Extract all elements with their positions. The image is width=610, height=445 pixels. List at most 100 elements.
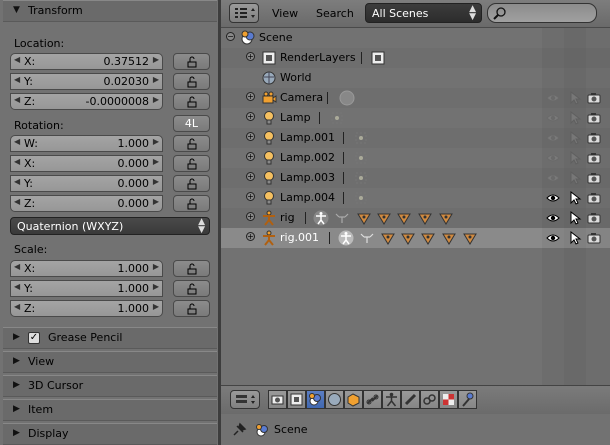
increment-arrow-icon[interactable]: ▶ bbox=[153, 137, 159, 146]
selectable-cursor-icon[interactable] bbox=[568, 210, 582, 225]
location-x-field[interactable]: ◀ X: 0.37512 ▶ bbox=[10, 53, 163, 70]
expand-toggle-icon[interactable]: + bbox=[246, 112, 255, 121]
decrement-arrow-icon[interactable]: ◀ bbox=[14, 137, 20, 146]
renderable-camera-icon[interactable] bbox=[587, 211, 601, 225]
visibility-eye-icon[interactable] bbox=[546, 211, 560, 225]
editor-type-button[interactable] bbox=[230, 390, 260, 409]
bone-group-icon[interactable] bbox=[400, 230, 416, 246]
increment-arrow-icon[interactable]: ▶ bbox=[153, 282, 159, 291]
lamp-data-icon[interactable] bbox=[329, 110, 345, 126]
item-panel-header[interactable]: ▶ Item bbox=[3, 399, 217, 421]
increment-arrow-icon[interactable]: ▶ bbox=[153, 197, 159, 206]
tab-object-data[interactable] bbox=[382, 390, 401, 409]
decrement-arrow-icon[interactable]: ◀ bbox=[14, 157, 20, 166]
expand-toggle-icon[interactable]: + bbox=[246, 132, 255, 141]
selectable-cursor-icon[interactable] bbox=[568, 190, 582, 205]
tab-texture[interactable] bbox=[439, 390, 458, 409]
lock-rotation-z-button[interactable] bbox=[173, 195, 210, 212]
selectable-cursor-icon[interactable] bbox=[568, 130, 582, 145]
decrement-arrow-icon[interactable]: ◀ bbox=[14, 282, 20, 291]
increment-arrow-icon[interactable]: ▶ bbox=[153, 177, 159, 186]
tab-bone[interactable] bbox=[401, 390, 420, 409]
decrement-arrow-icon[interactable]: ◀ bbox=[14, 262, 20, 271]
renderable-camera-icon[interactable] bbox=[587, 111, 601, 125]
lock-scale-z-button[interactable] bbox=[173, 300, 210, 317]
tab-render[interactable] bbox=[268, 390, 287, 409]
increment-arrow-icon[interactable]: ▶ bbox=[153, 262, 159, 271]
bone-group-icon[interactable] bbox=[380, 230, 396, 246]
pose-icon[interactable] bbox=[359, 230, 375, 246]
lamp-data-icon[interactable] bbox=[353, 190, 369, 206]
renderable-camera-icon[interactable] bbox=[587, 151, 601, 165]
rotation-z-field[interactable]: ◀ Z: 0.000 ▶ bbox=[10, 195, 163, 212]
menu-search[interactable]: Search bbox=[316, 7, 354, 20]
bone-group-icon[interactable] bbox=[417, 210, 433, 226]
render-layer-icon[interactable] bbox=[370, 50, 386, 66]
expand-toggle-icon[interactable]: + bbox=[246, 172, 255, 181]
bone-group-icon[interactable] bbox=[396, 210, 412, 226]
bone-group-icon[interactable] bbox=[376, 210, 392, 226]
bone-group-icon[interactable] bbox=[441, 230, 457, 246]
editor-type-button[interactable] bbox=[229, 3, 259, 23]
pin-icon[interactable] bbox=[231, 422, 247, 438]
visibility-eye-icon[interactable] bbox=[546, 191, 560, 205]
lamp-data-icon[interactable] bbox=[353, 130, 369, 146]
scale-z-field[interactable]: ◀ Z: 1.000 ▶ bbox=[10, 300, 163, 317]
selectable-cursor-icon[interactable] bbox=[568, 90, 582, 105]
selectable-cursor-icon[interactable] bbox=[568, 150, 582, 165]
search-field[interactable] bbox=[487, 3, 597, 23]
lock-scale-x-button[interactable] bbox=[173, 260, 210, 277]
tab-bone-constraints[interactable] bbox=[420, 390, 439, 409]
rotation-x-field[interactable]: ◀ X: 0.000 ▶ bbox=[10, 155, 163, 172]
visibility-eye-icon[interactable] bbox=[546, 131, 560, 145]
bone-group-icon[interactable] bbox=[356, 210, 372, 226]
lock-location-z-button[interactable] bbox=[173, 93, 210, 110]
tab-constraints[interactable] bbox=[363, 390, 382, 409]
visibility-eye-icon[interactable] bbox=[546, 231, 560, 245]
lock-location-x-button[interactable] bbox=[173, 53, 210, 70]
lock-scale-y-button[interactable] bbox=[173, 280, 210, 297]
visibility-eye-icon[interactable] bbox=[546, 171, 560, 185]
camera-data-icon[interactable] bbox=[339, 90, 355, 106]
location-y-field[interactable]: ◀ Y: 0.02030 ▶ bbox=[10, 73, 163, 90]
armature-data-icon[interactable] bbox=[313, 210, 329, 226]
grease-pencil-checkbox[interactable]: ✓ bbox=[28, 332, 40, 344]
visibility-eye-icon[interactable] bbox=[546, 151, 560, 165]
lock-rotation-x-button[interactable] bbox=[173, 155, 210, 172]
display-mode-dropdown[interactable]: All Scenes ▲ ▼ bbox=[365, 3, 482, 23]
renderable-camera-icon[interactable] bbox=[587, 171, 601, 185]
renderable-camera-icon[interactable] bbox=[587, 91, 601, 105]
expand-toggle-icon[interactable]: + bbox=[246, 192, 255, 201]
scale-x-field[interactable]: ◀ X: 1.000 ▶ bbox=[10, 260, 163, 277]
decrement-arrow-icon[interactable]: ◀ bbox=[14, 75, 20, 84]
renderable-camera-icon[interactable] bbox=[587, 131, 601, 145]
scale-y-field[interactable]: ◀ Y: 1.000 ▶ bbox=[10, 280, 163, 297]
increment-arrow-icon[interactable]: ▶ bbox=[153, 55, 159, 64]
menu-view[interactable]: View bbox=[272, 7, 298, 20]
3d-cursor-panel-header[interactable]: ▶ 3D Cursor bbox=[3, 375, 217, 397]
expand-toggle-icon[interactable]: + bbox=[246, 152, 255, 161]
increment-arrow-icon[interactable]: ▶ bbox=[153, 302, 159, 311]
renderable-camera-icon[interactable] bbox=[587, 191, 601, 205]
tab-render-layers[interactable] bbox=[287, 390, 306, 409]
selectable-cursor-icon[interactable] bbox=[568, 230, 582, 245]
transform-panel-header[interactable]: ▼ Transform bbox=[3, 0, 217, 22]
expand-toggle-icon[interactable]: + bbox=[246, 52, 255, 61]
decrement-arrow-icon[interactable]: ◀ bbox=[14, 197, 20, 206]
increment-arrow-icon[interactable]: ▶ bbox=[153, 95, 159, 104]
expand-toggle-icon[interactable]: + bbox=[246, 232, 255, 241]
expand-toggle-icon[interactable]: + bbox=[246, 212, 255, 221]
lock-location-y-button[interactable] bbox=[173, 73, 210, 90]
lock-rotation-y-button[interactable] bbox=[173, 175, 210, 192]
decrement-arrow-icon[interactable]: ◀ bbox=[14, 95, 20, 104]
bone-group-icon[interactable] bbox=[420, 230, 436, 246]
rotation-y-field[interactable]: ◀ Y: 0.000 ▶ bbox=[10, 175, 163, 192]
tab-scene[interactable] bbox=[306, 390, 325, 409]
renderable-camera-icon[interactable] bbox=[587, 231, 601, 245]
selectable-cursor-icon[interactable] bbox=[568, 170, 582, 185]
tab-world[interactable] bbox=[325, 390, 344, 409]
lock-rotation-w-button[interactable] bbox=[173, 135, 210, 152]
grease-pencil-panel-header[interactable]: ▶ ✓ Grease Pencil bbox=[3, 327, 217, 349]
visibility-eye-icon[interactable] bbox=[546, 111, 560, 125]
decrement-arrow-icon[interactable]: ◀ bbox=[14, 55, 20, 64]
